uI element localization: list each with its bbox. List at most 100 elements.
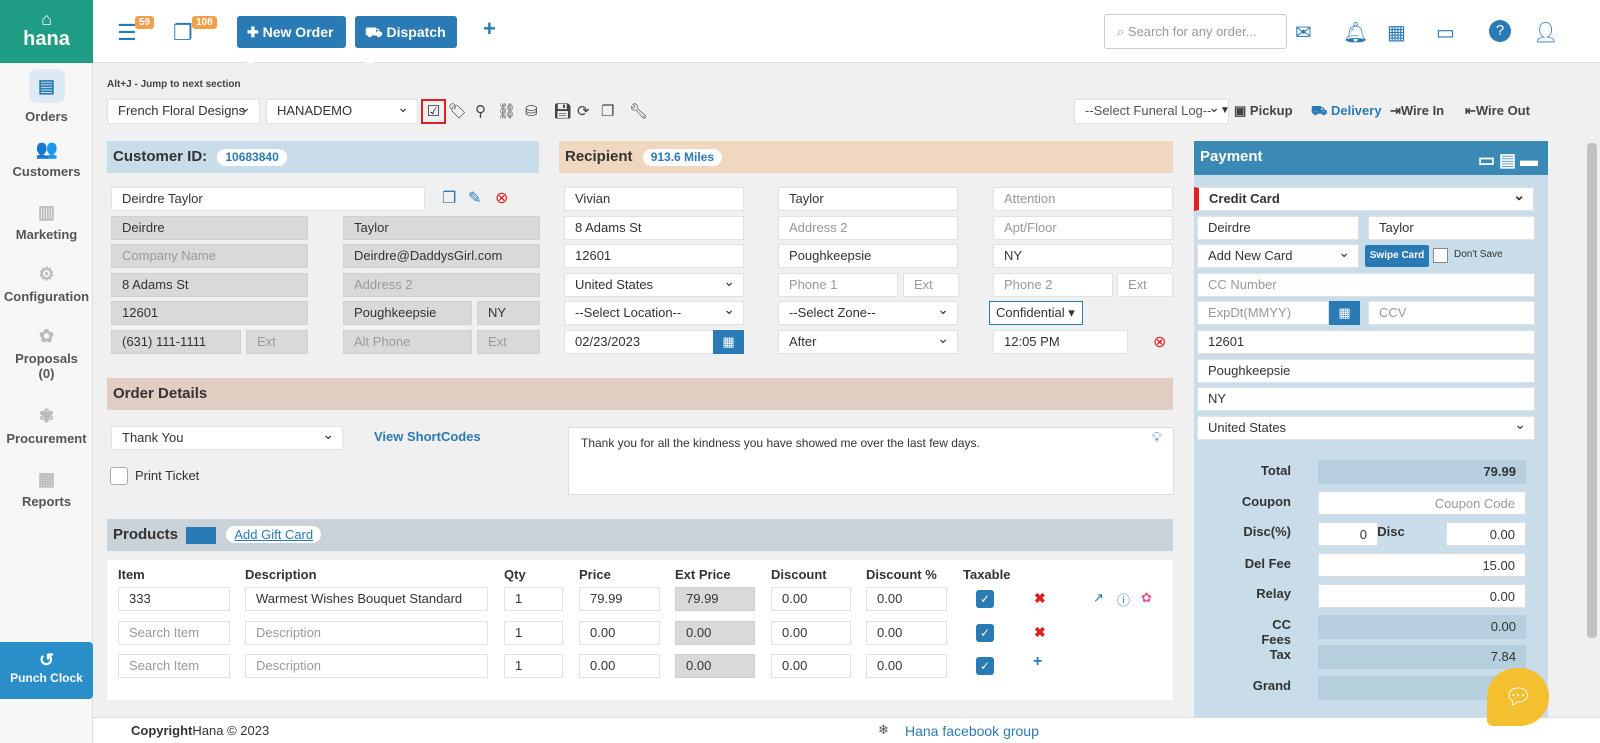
scrollbar[interactable] xyxy=(1584,63,1600,703)
lightbulb-icon[interactable]: 💡︎ xyxy=(1152,429,1162,446)
row2-description[interactable]: Description xyxy=(245,621,488,645)
expiry-calendar-icon[interactable]: ▦ xyxy=(1329,301,1360,325)
row1-price[interactable]: 79.99 xyxy=(579,587,660,611)
dont-save-checkbox[interactable] xyxy=(1433,248,1448,263)
info-icon[interactable]: ⓘ xyxy=(1117,590,1130,609)
calendar-icon[interactable]: ▦ xyxy=(713,330,744,354)
tag-icon[interactable]: 🏷︎ xyxy=(448,102,467,120)
ccv-field[interactable]: CCV xyxy=(1368,301,1535,325)
zone-select[interactable]: --Select Zone-- xyxy=(778,301,958,325)
billing-country-select[interactable]: United States xyxy=(1197,416,1535,440)
row2-discount-pct[interactable]: 0.00 xyxy=(866,621,947,645)
flower-icon[interactable]: ✿ xyxy=(1141,590,1152,606)
sidebar-item-proposals[interactable]: ✿ Proposals (0) xyxy=(0,325,93,381)
recipient-city[interactable]: Poughkeepsie xyxy=(778,244,958,268)
facebook-group-link[interactable]: Hana facebook group xyxy=(905,723,1039,739)
user-icon[interactable]: 👤︎ xyxy=(1533,20,1558,45)
row1-taxable-checkbox[interactable]: ✓ xyxy=(976,590,994,608)
caret-down-icon[interactable]: ▼ xyxy=(1220,105,1230,116)
add-tab-button[interactable]: + xyxy=(483,16,496,42)
view-shortcodes-link[interactable]: View ShortCodes xyxy=(374,429,481,444)
confidential-dropdown[interactable]: Confidential ▾ xyxy=(989,301,1083,325)
payment-type-icons[interactable]: ▭▤▬ xyxy=(1478,144,1542,176)
sidebar-item-procurement[interactable]: ✾ Procurement xyxy=(0,405,93,446)
row3-item[interactable]: Search Item xyxy=(118,654,230,678)
clear-customer-icon[interactable]: ⊗ xyxy=(495,188,508,208)
payment-first-name[interactable]: Deirdre xyxy=(1197,216,1359,240)
map-pin-icon[interactable]: ⚲ xyxy=(475,102,486,120)
row2-discount[interactable]: 0.00 xyxy=(771,621,851,645)
print-ticket-checkbox[interactable] xyxy=(110,467,128,485)
row3-discount[interactable]: 0.00 xyxy=(771,654,851,678)
funeral-log-select[interactable]: --Select Funeral Log-- xyxy=(1074,99,1229,124)
sidebar-item-orders[interactable]: ▤ Orders xyxy=(0,69,93,124)
store-select[interactable]: HANADEMO xyxy=(266,99,418,124)
row3-description[interactable]: Description xyxy=(245,654,488,678)
dispatch-button[interactable]: ⛟ Dispatch ▾ xyxy=(355,16,457,72)
row2-taxable-checkbox[interactable]: ✓ xyxy=(976,624,994,642)
hana-logo[interactable]: ⌂ hana xyxy=(0,0,93,63)
apt-floor-field[interactable]: Apt/Floor xyxy=(993,216,1173,240)
disc-field[interactable]: 0.00 xyxy=(1446,522,1526,546)
mail-icon[interactable]: ✉ xyxy=(1295,20,1312,45)
sidebar-item-customers[interactable]: 👥 Customers xyxy=(0,138,93,179)
add-gift-card-link[interactable]: Add Gift Card xyxy=(226,526,322,543)
pickup-option[interactable]: ▣ Pickup xyxy=(1234,103,1293,119)
recipient-country-select[interactable]: United States xyxy=(564,273,744,297)
row1-description[interactable]: Warmest Wishes Bouquet Standard xyxy=(245,587,488,611)
search-input[interactable]: ⌕ Search for any order... xyxy=(1104,14,1287,49)
wrench-icon[interactable]: 🔧︎ xyxy=(629,102,648,120)
refresh-icon[interactable]: ⟳ xyxy=(577,102,590,120)
swipe-card-button[interactable]: Swipe Card xyxy=(1365,245,1429,267)
confirm-check-icon[interactable]: ☑ xyxy=(421,99,446,124)
edit-customer-icon[interactable]: ✎ xyxy=(468,188,481,208)
delivery-option[interactable]: ⛟ Delivery xyxy=(1311,103,1382,121)
customer-phone-ext[interactable]: Ext xyxy=(246,330,308,354)
recipient-last-name[interactable]: Taylor xyxy=(778,187,958,211)
customer-address[interactable]: 8 Adams St xyxy=(111,273,308,297)
billing-zip[interactable]: 12601 xyxy=(1197,330,1535,354)
attention-field[interactable]: Attention xyxy=(993,187,1173,211)
expiry-field[interactable]: ExpDt(MMYY) xyxy=(1197,301,1329,325)
add-row-icon[interactable]: + xyxy=(1033,653,1042,671)
payment-method-select[interactable]: Credit Card xyxy=(1194,187,1534,211)
chat-bubble-icon[interactable]: 💬︎ xyxy=(1487,668,1549,726)
punch-clock-button[interactable]: ↺ Punch Clock xyxy=(0,642,93,699)
bell-icon[interactable]: 🔔︎ xyxy=(1343,20,1368,45)
binoculars-icon[interactable]: ⛓ xyxy=(497,102,516,120)
calendar-icon[interactable]: ▦ xyxy=(1387,20,1406,45)
basket-icon[interactable]: ⛁ xyxy=(525,102,538,120)
sidebar-item-reports[interactable]: ▦ Reports xyxy=(0,468,93,509)
row1-discount-pct[interactable]: 0.00 xyxy=(866,587,947,611)
customer-city[interactable]: Poughkeepsie xyxy=(343,301,472,325)
new-order-button[interactable]: ✚ New Order ▾ xyxy=(237,16,346,72)
row2-price[interactable]: 0.00 xyxy=(579,621,660,645)
card-message-textarea[interactable]: Thank you for all the kindness you have … xyxy=(568,427,1174,495)
coupon-field[interactable]: Coupon Code xyxy=(1318,491,1526,515)
clear-time-icon[interactable]: ⊗ xyxy=(1153,332,1166,352)
monitor-icon[interactable]: ▭ xyxy=(1436,20,1455,45)
recipient-zip[interactable]: 12601 xyxy=(564,244,744,268)
row3-taxable-checkbox[interactable]: ✓ xyxy=(976,657,994,675)
row3-qty[interactable]: 1 xyxy=(504,654,563,678)
row1-discount[interactable]: 0.00 xyxy=(771,587,851,611)
recipient-phone1-ext[interactable]: Ext xyxy=(903,273,959,297)
scroll-thumb[interactable] xyxy=(1587,143,1597,638)
row2-delete-icon[interactable]: ✖ xyxy=(1034,624,1046,641)
copy-customer-icon[interactable]: ❐ xyxy=(442,188,456,208)
help-icon[interactable]: ? xyxy=(1489,20,1511,42)
customer-alt-ext[interactable]: Ext xyxy=(477,330,540,354)
orders-stack-icon[interactable]: ☰ xyxy=(117,20,137,46)
sidebar-item-marketing[interactable]: ▥ Marketing xyxy=(0,201,93,242)
copy-icon[interactable]: ❐ xyxy=(601,102,614,120)
cc-number-field[interactable]: CC Number xyxy=(1197,273,1535,297)
card-select[interactable]: Add New Card xyxy=(1197,244,1359,268)
company-name-field[interactable]: Company Name xyxy=(111,244,308,268)
row1-item[interactable]: 333 xyxy=(118,587,230,611)
customer-address2[interactable]: Address 2 xyxy=(343,273,540,297)
del-fee-field[interactable]: 15.00 xyxy=(1318,553,1526,577)
recipient-address2[interactable]: Address 2 xyxy=(778,216,958,240)
relay-field[interactable]: 0.00 xyxy=(1318,584,1526,608)
billing-state[interactable]: NY xyxy=(1197,387,1535,411)
customer-phone[interactable]: (631) 111-1111 xyxy=(111,330,241,354)
